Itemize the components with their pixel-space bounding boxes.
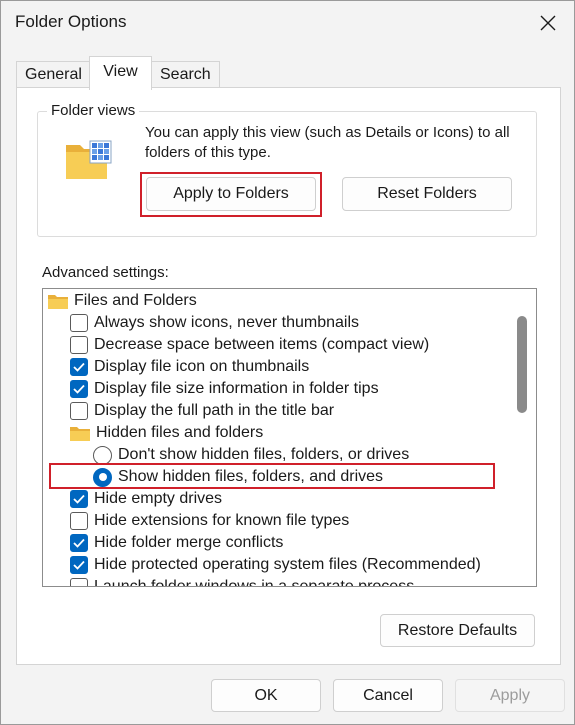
checkbox-checked[interactable] [70, 556, 88, 574]
tab-view-label: View [103, 62, 138, 80]
tree-group-files-and-folders: Files and Folders [48, 290, 197, 312]
cancel-button[interactable]: Cancel [333, 679, 443, 712]
radio-button[interactable] [93, 445, 112, 465]
tab-search[interactable]: Search [151, 61, 220, 88]
checkbox[interactable] [70, 336, 88, 354]
list-item-label: Decrease space between items (compact vi… [94, 336, 430, 353]
restore-defaults-label: Restore Defaults [397, 621, 518, 639]
list-item[interactable]: Hide empty drives [70, 488, 222, 510]
folder-options-window: Folder Options General View Search Folde… [0, 0, 575, 725]
list-item[interactable]: Display the full path in the title bar [70, 400, 334, 422]
checkmark-icon [73, 494, 85, 504]
checkbox[interactable] [70, 314, 88, 332]
list-item[interactable]: Always show icons, never thumbnails [70, 312, 359, 334]
checkbox-checked[interactable] [70, 358, 88, 376]
reset-folders-button[interactable]: Reset Folders [342, 177, 512, 211]
list-item[interactable]: Show hidden files, folders, and drives [93, 466, 383, 488]
list-item-label: Display file icon on thumbnails [94, 358, 310, 375]
restore-defaults-button[interactable]: Restore Defaults [380, 614, 535, 647]
list-item[interactable]: Display file size information in folder … [70, 378, 379, 400]
advanced-settings-tree[interactable]: Files and Folders Always show icons, nev… [42, 288, 537, 587]
ok-button[interactable]: OK [211, 679, 321, 712]
tab-search-label: Search [160, 66, 211, 83]
tab-general-label: General [25, 66, 82, 83]
apply-to-folders-button[interactable]: Apply to Folders [146, 177, 316, 211]
checkbox-checked[interactable] [70, 490, 88, 508]
checkmark-icon [73, 538, 85, 548]
list-item-label: Hidden files and folders [96, 424, 264, 441]
list-item-label: Don't show hidden files, folders, or dri… [118, 446, 410, 463]
apply-button[interactable]: Apply [455, 679, 565, 712]
list-item[interactable]: Display file icon on thumbnails [70, 356, 309, 378]
close-icon [540, 15, 556, 31]
list-item[interactable]: Decrease space between items (compact vi… [70, 334, 429, 356]
list-item-label: Hide extensions for known file types [94, 512, 350, 529]
checkbox-checked[interactable] [70, 534, 88, 552]
tree-scrollbar-thumb[interactable] [517, 316, 527, 413]
advanced-settings-label: Advanced settings: [42, 264, 169, 281]
cancel-label: Cancel [363, 686, 413, 704]
reset-folders-label: Reset Folders [377, 185, 477, 202]
checkmark-icon [73, 560, 85, 570]
apply-label: Apply [489, 686, 531, 704]
list-item-label: Files and Folders [74, 292, 197, 309]
list-item-label: Hide protected operating system files (R… [94, 556, 481, 573]
folder-views-icon [66, 140, 112, 179]
close-button[interactable] [528, 3, 568, 43]
list-item-label: Display file size information in folder … [94, 380, 379, 397]
radio-button-selected[interactable] [93, 467, 112, 487]
tab-general[interactable]: General [16, 61, 91, 88]
checkmark-icon [73, 384, 85, 394]
list-item-label: Hide folder merge conflicts [94, 534, 284, 551]
title-bar: Folder Options [1, 1, 574, 45]
list-item-label: Launch folder windows in a separate proc… [94, 578, 415, 587]
list-item-label: Display the full path in the title bar [94, 402, 335, 419]
tab-view[interactable]: View [89, 56, 152, 90]
apply-to-folders-label: Apply to Folders [173, 185, 289, 202]
folder-icon [70, 427, 90, 441]
tree-group-hidden-files: Hidden files and folders [70, 422, 263, 444]
folder-views-label: Folder views [47, 102, 140, 119]
checkbox[interactable] [70, 512, 88, 530]
checkbox[interactable] [70, 578, 88, 586]
folder-views-description: You can apply this view (such as Details… [145, 124, 510, 161]
list-item-label: Hide empty drives [94, 490, 223, 507]
list-item[interactable]: Launch folder windows in a separate proc… [70, 576, 415, 587]
list-item[interactable]: Don't show hidden files, folders, or dri… [93, 444, 409, 466]
list-item-label: Show hidden files, folders, and drives [118, 468, 384, 485]
checkbox-checked[interactable] [70, 380, 88, 398]
list-item[interactable]: Hide folder merge conflicts [70, 532, 283, 554]
list-item-label: Always show icons, never thumbnails [94, 314, 360, 331]
list-item[interactable]: Hide extensions for known file types [70, 510, 349, 532]
checkbox[interactable] [70, 402, 88, 420]
window-title: Folder Options [15, 12, 127, 31]
list-item[interactable]: Hide protected operating system files (R… [70, 554, 481, 576]
checkmark-icon [73, 362, 85, 372]
folder-icon [48, 295, 68, 309]
ok-label: OK [254, 686, 278, 704]
